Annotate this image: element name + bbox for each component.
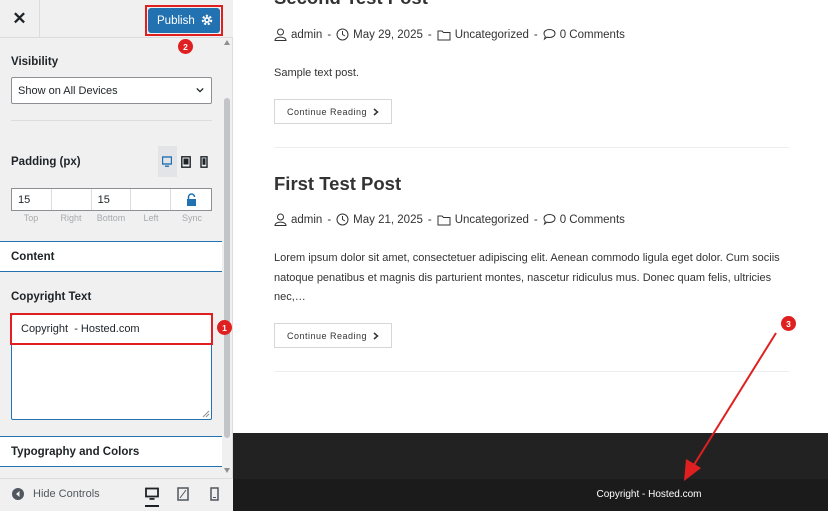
resize-handle-icon[interactable] (202, 410, 210, 418)
continue-reading-button[interactable]: Continue Reading (274, 323, 393, 348)
clock-icon (336, 28, 349, 41)
control-panel: Visibility Show on All Devices Padding (… (0, 38, 222, 478)
customizer-sidebar: ✕ Publish Visibility Show on All Devices… (0, 0, 233, 511)
user-icon (274, 28, 287, 41)
visibility-select[interactable]: Show on All Devices (11, 77, 212, 104)
post-meta: admin - May 21, 2025 - Uncategorized - 0… (274, 213, 625, 226)
scroll-up-icon[interactable] (224, 40, 230, 45)
visibility-value: Show on All Devices (18, 84, 118, 97)
hide-controls-label: Hide Controls (33, 488, 100, 500)
post-date: May 21, 2025 (353, 213, 423, 226)
scroll-down-icon[interactable] (224, 468, 230, 473)
mobile-icon[interactable] (199, 156, 209, 168)
post-comments[interactable]: 0 Comments (560, 29, 625, 41)
preview-mobile-icon[interactable] (210, 487, 219, 501)
annotation-arrow (684, 332, 777, 481)
divider (11, 120, 212, 121)
post-category[interactable]: Uncategorized (455, 214, 529, 226)
preview-tablet-icon[interactable] (177, 487, 189, 501)
post-date: May 29, 2025 (353, 28, 423, 41)
chevron-right-icon (373, 107, 379, 116)
padding-label: Padding (px) (11, 156, 81, 168)
padding-left-label: Left (143, 213, 159, 223)
chevron-down-icon (196, 87, 204, 93)
padding-left-input[interactable] (131, 189, 172, 210)
typography-section-heading[interactable]: Typography and Colors (0, 436, 222, 467)
typography-heading: Typography and Colors (11, 446, 140, 458)
post-title[interactable]: First Test Post (274, 173, 401, 195)
post-author[interactable]: admin (291, 29, 322, 41)
padding-right-label: Right (60, 213, 82, 223)
desktop-icon[interactable] (162, 156, 172, 168)
padding-inputs: 15 15 (11, 188, 212, 211)
continue-reading-button[interactable]: Continue Reading (274, 99, 393, 124)
padding-bottom-input[interactable]: 15 (92, 189, 132, 210)
padding-top-input[interactable]: 15 (12, 189, 52, 210)
comment-icon (543, 28, 556, 41)
customizer-footer: Hide Controls (0, 478, 233, 511)
content-section-heading[interactable]: Content (0, 241, 222, 272)
lock-icon (186, 193, 196, 206)
scroll-thumb[interactable] (224, 98, 230, 438)
annotation-badge-1: 1 (217, 320, 232, 335)
collapse-icon (12, 488, 24, 500)
post-excerpt: Lorem ipsum dolor sit amet, consectetuer… (274, 252, 780, 303)
close-icon: ✕ (12, 9, 27, 28)
post-author[interactable]: admin (291, 214, 322, 226)
hide-controls-button[interactable]: Hide Controls (12, 488, 100, 500)
clock-icon (336, 213, 349, 226)
sidebar-scrollbar[interactable] (222, 38, 232, 478)
post-excerpt: Sample text post. (274, 67, 359, 79)
post-comments[interactable]: 0 Comments (560, 214, 625, 226)
annotation-badge-2: 2 (178, 39, 193, 54)
padding-bottom-label: Bottom (96, 213, 126, 223)
annotation-box-publish (145, 5, 223, 36)
preview-desktop-active-indicator (145, 505, 159, 507)
chevron-right-icon (373, 331, 379, 340)
visibility-label: Visibility (11, 56, 59, 68)
padding-sync-label: Sync (181, 213, 202, 223)
padding-sync-button[interactable] (171, 189, 212, 210)
tablet-icon[interactable] (181, 156, 191, 168)
folder-icon (437, 30, 451, 40)
post-title[interactable]: Second Test Post (274, 0, 428, 9)
comment-icon (543, 213, 556, 226)
padding-top-label: Top (23, 213, 39, 223)
close-button[interactable]: ✕ (0, 0, 40, 38)
copyright-label: Copyright Text (11, 291, 92, 303)
post-category[interactable]: Uncategorized (455, 29, 529, 41)
preview-desktop-icon[interactable] (145, 487, 159, 501)
padding-right-input[interactable] (52, 189, 92, 210)
user-icon (274, 213, 287, 226)
annotation-box-copyright (10, 313, 213, 345)
content-heading: Content (11, 251, 55, 263)
post-meta: admin - May 29, 2025 - Uncategorized - 0… (274, 28, 625, 41)
folder-icon (437, 215, 451, 225)
footer-copyright: Copyright - Hosted.com (596, 489, 702, 500)
post-divider (274, 147, 789, 148)
